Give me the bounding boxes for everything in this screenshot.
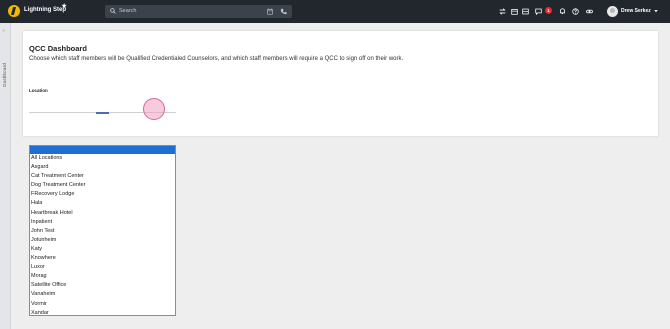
chevron-left-icon[interactable]: ‹ [3,29,5,34]
search-icon [110,8,116,14]
qcc-dashboard-card: QCC Dashboard Choose which staff members… [23,31,658,136]
transfer-icon[interactable] [499,8,506,15]
app-title: Lightning Step [24,7,66,13]
chevron-down-icon[interactable] [653,8,659,14]
dropdown-option[interactable]: Knowhere [30,254,175,263]
location-dropdown-list[interactable]: All Locations Asgard Cat Treatment Center D… [29,145,176,316]
top-navigation-bar: Lightning Step ★ Search 1 Drew Serkez [0,0,670,23]
dropdown-option[interactable]: John Test [30,227,175,236]
phone-icon[interactable] [280,8,287,15]
page-description: Choose which staff members will be Quali… [29,56,404,62]
dropdown-option[interactable]: Luxor [30,263,175,272]
page-title: QCC Dashboard [29,44,87,53]
lightning-step-logo[interactable] [8,5,20,17]
dropdown-option[interactable]: Hala [30,199,175,208]
dropdown-option[interactable]: Vanaheim [30,290,175,299]
search-input[interactable]: Search [119,8,136,14]
favorite-star-icon[interactable]: ★ [61,3,67,10]
notification-count-badge[interactable]: 1 [545,7,552,14]
chat-icon[interactable] [535,8,542,15]
location-label: Location [29,88,48,93]
dropdown-option[interactable]: Morag [30,272,175,281]
calendar-icon[interactable] [267,8,273,15]
dropdown-option[interactable]: Vormir [30,300,175,309]
help-icon[interactable] [572,8,579,15]
dropdown-option[interactable]: Jotunheim [30,236,175,245]
rail-label: Dashboard [2,63,7,87]
click-indicator [143,98,165,120]
user-name[interactable]: Drew Serkez [621,8,651,14]
dropdown-option[interactable]: Cat Treatment Center [30,172,175,181]
dropdown-option[interactable]: All Locations [30,154,175,163]
link-icon[interactable] [586,8,593,15]
dropdown-option[interactable]: Asgard [30,163,175,172]
bell-icon[interactable] [559,8,566,15]
calendar-schedule-icon[interactable] [511,8,518,15]
user-avatar[interactable] [607,6,618,17]
search-bar[interactable]: Search [105,5,292,18]
inbox-icon[interactable] [522,8,529,15]
dropdown-option[interactable]: FRecovery Lodge [30,190,175,199]
dropdown-option[interactable]: Inpatient [30,218,175,227]
dropdown-option[interactable]: Satellite Office [30,281,175,290]
highlighted-option[interactable] [30,146,175,154]
dashboard-side-rail[interactable]: ‹ Dashboard [0,23,11,329]
dropdown-option[interactable]: Katy [30,245,175,254]
dropdown-option[interactable]: Heartbreak Hotel [30,209,175,218]
location-select-indicator [96,112,109,114]
dropdown-option[interactable]: Xandar [30,309,175,315]
dropdown-option[interactable]: Dog Treatment Center [30,181,175,190]
